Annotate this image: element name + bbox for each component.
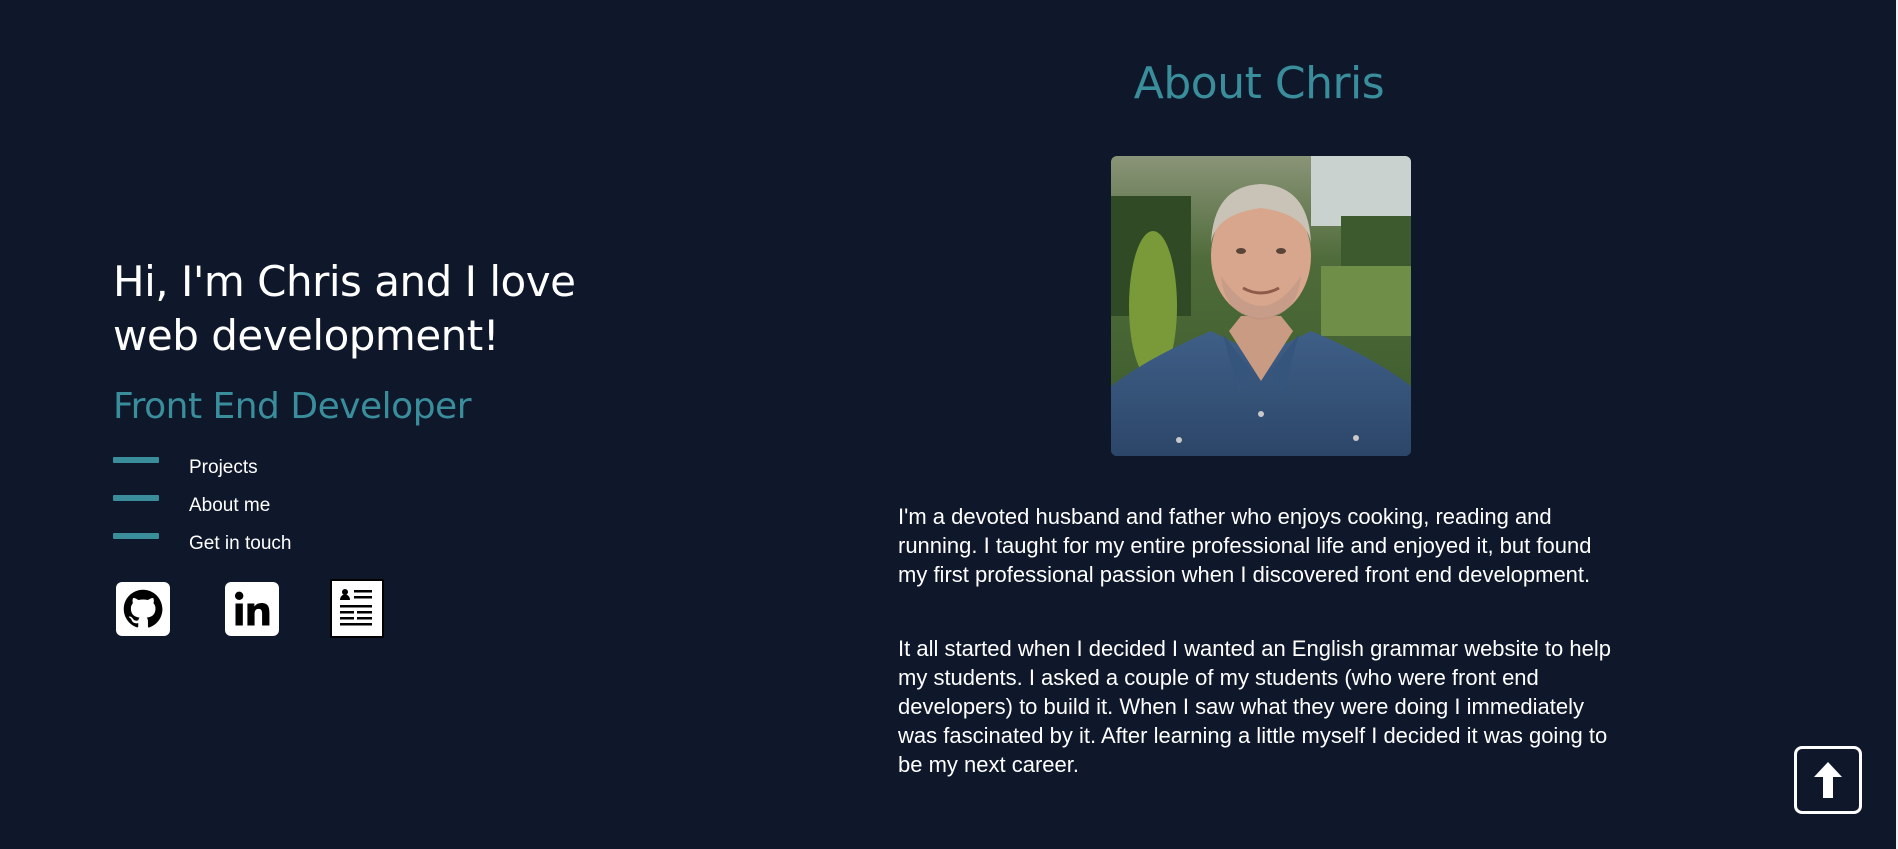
resume-icon	[340, 588, 372, 625]
nav-line-decor	[113, 533, 159, 539]
nav-item-projects[interactable]: Projects	[113, 449, 633, 487]
nav-label: Projects	[189, 457, 258, 478]
social-links	[116, 579, 633, 638]
github-link[interactable]	[116, 581, 170, 636]
intro-section: Hi, I'm Chris and I love web development…	[113, 255, 633, 638]
nav-item-about[interactable]: About me	[113, 487, 633, 525]
about-text: I'm a devoted husband and father who enj…	[898, 502, 1620, 824]
resume-link[interactable]	[330, 579, 384, 638]
about-title: About Chris	[1133, 58, 1385, 109]
portrait-image	[1111, 156, 1411, 456]
nav-list: Projects About me Get in touch	[113, 449, 633, 563]
nav-label: About me	[189, 495, 271, 516]
page: Hi, I'm Chris and I love web development…	[0, 0, 1898, 849]
github-icon	[123, 589, 163, 628]
arrow-up-icon	[1814, 762, 1842, 798]
nav-line-decor	[113, 495, 159, 501]
role-title: Front End Developer	[113, 386, 472, 427]
nav-item-contact[interactable]: Get in touch	[113, 525, 633, 563]
nav-line-decor	[113, 457, 159, 463]
profile-photo	[1111, 156, 1411, 456]
main-nav: Projects About me Get in touch	[113, 449, 633, 563]
headline: Hi, I'm Chris and I love web development…	[113, 257, 576, 360]
back-to-top-button[interactable]	[1794, 746, 1862, 814]
nav-label: Get in touch	[189, 533, 292, 554]
linkedin-icon	[234, 591, 270, 625]
about-paragraph: It all started when I decided I wanted a…	[898, 636, 1611, 777]
about-paragraph: I'm a devoted husband and father who enj…	[898, 504, 1592, 587]
linkedin-link[interactable]	[225, 581, 279, 636]
